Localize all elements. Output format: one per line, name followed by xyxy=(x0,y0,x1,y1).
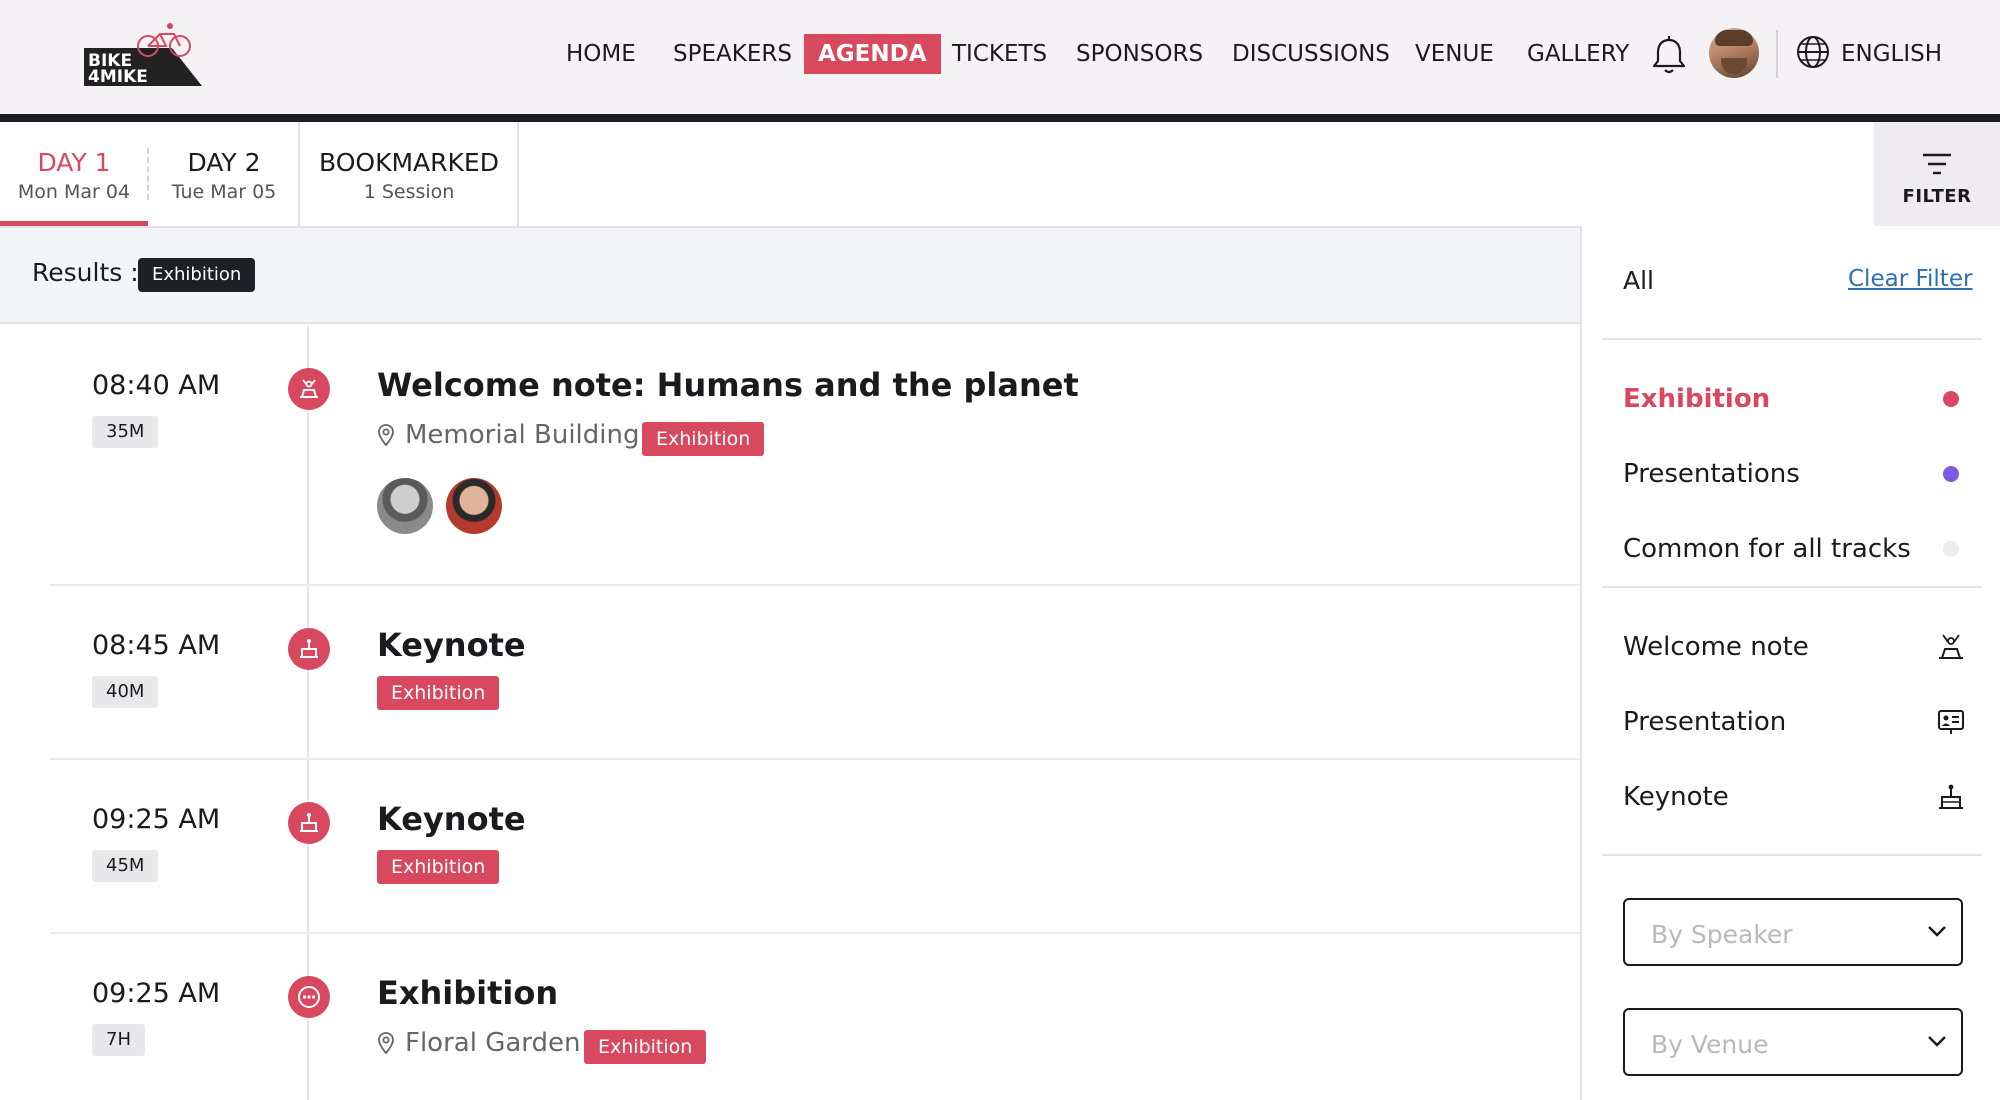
session-title[interactable]: Welcome note: Humans and the planet xyxy=(377,366,1079,404)
results-bar: Results : Exhibition xyxy=(0,228,1580,324)
speaker-avatar[interactable] xyxy=(446,478,502,534)
session-time: 09:25 AM xyxy=(92,804,221,835)
type-keynote[interactable]: Keynote xyxy=(1623,782,1729,812)
nav-discussions[interactable]: DISCUSSIONS xyxy=(1232,34,1390,74)
track-tag: Exhibition xyxy=(642,422,765,456)
track-presentations[interactable]: Presentations xyxy=(1623,459,1800,489)
session-duration: 45M xyxy=(92,850,159,882)
track-tag: Exhibition xyxy=(377,676,500,710)
session-location: Floral Garden xyxy=(377,1028,581,1058)
type-presentation[interactable]: Presentation xyxy=(1623,707,1786,737)
session-item[interactable]: 08:40 AM 35M Welcome note: Humans and th… xyxy=(0,326,1580,584)
tab-label: DAY 2 xyxy=(187,148,261,177)
filter-button[interactable]: FILTER xyxy=(1874,122,2000,226)
filter-icon xyxy=(1923,153,1951,175)
track-exhibition[interactable]: Exhibition xyxy=(1623,384,1770,414)
session-duration: 40M xyxy=(92,676,159,708)
type-welcome-note[interactable]: Welcome note xyxy=(1623,632,1809,662)
bell-icon[interactable] xyxy=(1648,34,1690,76)
track-color-dot xyxy=(1943,466,1959,482)
nav-speakers[interactable]: SPEAKERS xyxy=(673,34,792,74)
avatar[interactable] xyxy=(1709,28,1759,78)
location-name: Memorial Building xyxy=(405,420,640,450)
speaker-avatar[interactable] xyxy=(377,478,433,534)
tab-divider xyxy=(147,148,149,200)
nav-venue[interactable]: VENUE xyxy=(1415,34,1494,74)
panel-divider xyxy=(1602,338,1982,340)
track-color-dot xyxy=(1943,541,1959,557)
venue-select-placeholder: By Venue xyxy=(1651,1030,1769,1059)
session-time: 08:45 AM xyxy=(92,630,221,661)
track-tag: Exhibition xyxy=(584,1030,707,1064)
session-item[interactable]: 08:45 AM 40M Keynote Exhibition xyxy=(0,586,1580,758)
header-bottom-bar xyxy=(0,114,2000,122)
session-duration: 35M xyxy=(92,416,159,448)
speaker-select[interactable]: By Speaker xyxy=(1623,898,1963,966)
keynote-icon xyxy=(288,802,330,844)
session-time: 08:40 AM xyxy=(92,370,221,401)
tab-day-2[interactable]: DAY 2 Tue Mar 05 xyxy=(150,122,298,226)
tab-day-1[interactable]: DAY 1 Mon Mar 04 xyxy=(0,122,148,226)
nav-home[interactable]: HOME xyxy=(566,34,636,74)
session-title[interactable]: Exhibition xyxy=(377,974,558,1012)
nav-agenda[interactable]: AGENDA xyxy=(804,34,941,74)
keynote-icon xyxy=(288,628,330,670)
welcome-note-icon xyxy=(288,368,330,410)
language-selector[interactable]: ENGLISH xyxy=(1841,34,1942,74)
tab-divider xyxy=(517,122,519,226)
header-divider xyxy=(1776,30,1778,78)
welcome-note-icon xyxy=(1939,634,1963,659)
filter-all[interactable]: All xyxy=(1623,266,1654,295)
chevron-down-icon xyxy=(1928,1036,1946,1047)
location-name: Floral Garden xyxy=(405,1028,581,1058)
svg-text:4MIKE: 4MIKE xyxy=(88,67,148,86)
tab-label: DAY 1 xyxy=(37,148,111,177)
session-item[interactable]: 09:25 AM 45M Keynote Exhibition xyxy=(0,760,1580,932)
session-item[interactable]: 09:25 AM 7H Exhibition Floral Garden Exh… xyxy=(0,934,1580,1100)
tab-bookmarked[interactable]: BOOKMARKED 1 Session xyxy=(300,122,518,226)
results-label: Results : xyxy=(32,258,139,287)
filter-label: FILTER xyxy=(1902,186,1972,207)
presentation-icon xyxy=(1938,710,1964,734)
chevron-down-icon xyxy=(1928,926,1946,937)
brand-logo[interactable]: BIKE 4MIKE xyxy=(84,22,204,86)
session-duration: 7H xyxy=(92,1024,145,1056)
track-tag: Exhibition xyxy=(377,850,500,884)
nav-tickets[interactable]: TICKETS xyxy=(952,34,1047,74)
keynote-icon xyxy=(1939,784,1963,809)
panel-divider xyxy=(1602,586,1982,588)
session-title[interactable]: Keynote xyxy=(377,800,526,838)
globe-icon[interactable] xyxy=(1795,34,1831,70)
location-pin-icon xyxy=(378,424,394,447)
location-pin-icon xyxy=(378,1032,394,1055)
filter-panel: All Clear Filter Exhibition Presentation… xyxy=(1580,226,2000,1100)
panel-divider xyxy=(1602,854,1982,856)
track-common[interactable]: Common for all tracks xyxy=(1623,534,1911,564)
day-tabs: DAY 1 Mon Mar 04 DAY 2 Tue Mar 05 BOOKMA… xyxy=(0,122,2000,228)
clear-filter-link[interactable]: Clear Filter xyxy=(1848,266,1972,292)
nav-sponsors[interactable]: SPONSORS xyxy=(1076,34,1203,74)
nav-gallery[interactable]: GALLERY xyxy=(1527,34,1629,74)
track-color-dot xyxy=(1943,391,1959,407)
top-header: BIKE 4MIKE HOME SPEAKERS AGENDA TICKETS … xyxy=(0,0,2000,114)
venue-select[interactable]: By Venue xyxy=(1623,1008,1963,1076)
tab-sublabel: 1 Session xyxy=(363,181,455,203)
speaker-select-placeholder: By Speaker xyxy=(1651,920,1793,949)
tab-sublabel: Tue Mar 05 xyxy=(171,181,277,203)
session-time: 09:25 AM xyxy=(92,978,221,1009)
session-title[interactable]: Keynote xyxy=(377,626,526,664)
tab-label: BOOKMARKED xyxy=(319,148,499,177)
session-location: Memorial Building xyxy=(377,420,639,450)
tab-sublabel: Mon Mar 04 xyxy=(17,181,131,203)
results-filter-chip[interactable]: Exhibition xyxy=(138,258,256,292)
more-icon xyxy=(288,976,330,1018)
